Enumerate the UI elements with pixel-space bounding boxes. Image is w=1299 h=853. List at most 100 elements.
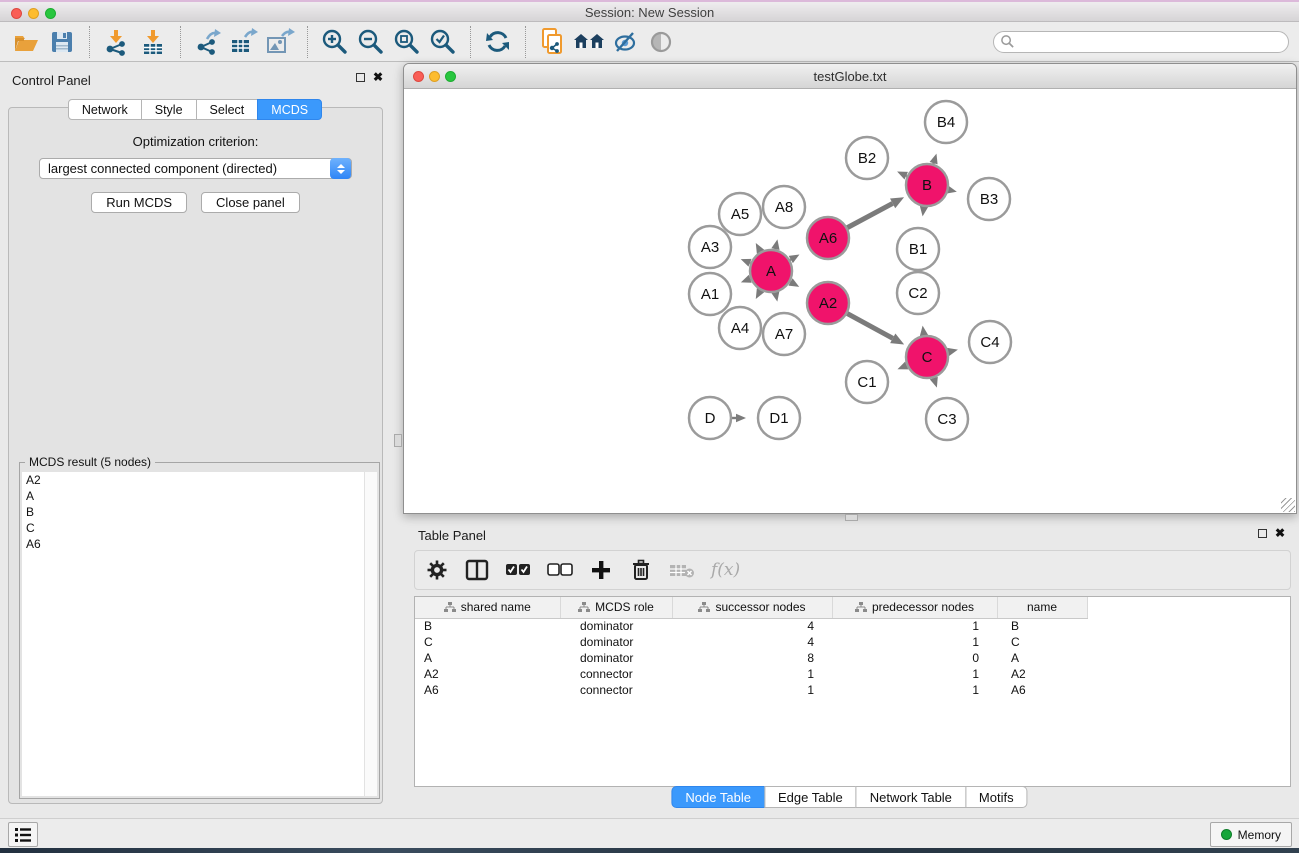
table-cell[interactable]: B [415,618,560,634]
network-canvas[interactable]: B4B2BB3A5A8A6A3B1AC2A1A2A4A7C4CC1DD1C3 [404,89,1296,513]
table-cell[interactable]: A6 [997,682,1087,698]
graph-node-A3[interactable]: A3 [689,226,731,268]
graph-node-C3[interactable]: C3 [926,398,968,440]
graph-node-A5[interactable]: A5 [719,193,761,235]
show-columns-button[interactable] [465,555,489,585]
close-table-panel-icon[interactable]: ✖ [1275,528,1285,539]
graph-node-C1[interactable]: C1 [846,361,888,403]
graph-node-B1[interactable]: B1 [897,228,939,270]
graph-node-C4[interactable]: C4 [969,321,1011,363]
graph-node-A1[interactable]: A1 [689,273,731,315]
graph-node-D1[interactable]: D1 [758,397,800,439]
run-mcds-button[interactable]: Run MCDS [91,192,187,213]
graph-node-A7[interactable]: A7 [763,313,805,355]
table-cell[interactable]: A2 [415,666,560,682]
column-header-name[interactable]: name [997,597,1087,618]
graph-node-A8[interactable]: A8 [763,186,805,228]
table-cell[interactable]: A [415,650,560,666]
tab-network-table[interactable]: Network Table [856,786,966,808]
table-cell[interactable]: 4 [672,634,832,650]
clone-network-button[interactable] [535,25,571,59]
tab-motifs[interactable]: Motifs [965,786,1028,808]
window-resize-grip[interactable] [1281,498,1295,512]
tab-mcds[interactable]: MCDS [257,99,322,120]
tab-style[interactable]: Style [141,99,197,120]
graph-node-B2[interactable]: B2 [846,137,888,179]
result-list-scrollbar[interactable] [364,472,377,796]
table-cell[interactable]: dominator [560,634,672,650]
table-cell[interactable]: C [415,634,560,650]
table-cell[interactable]: A2 [997,666,1087,682]
graph-node-A2[interactable]: A2 [807,282,849,324]
result-item[interactable]: A6 [22,536,364,552]
table-row[interactable]: A2connector11A2 [415,666,1290,682]
task-history-button[interactable] [8,822,38,847]
tab-node-table[interactable]: Node Table [671,786,765,808]
close-panel-icon[interactable]: ✖ [373,72,383,83]
graph-node-D[interactable]: D [689,397,731,439]
table-cell[interactable]: 1 [832,682,997,698]
table-cell[interactable]: 1 [832,634,997,650]
delete-column-button[interactable] [629,555,653,585]
column-header-shared-name[interactable]: shared name [415,597,560,618]
column-header-MCDS-role[interactable]: MCDS role [560,597,672,618]
table-cell[interactable]: 1 [672,682,832,698]
table-cell[interactable]: 8 [672,650,832,666]
table-row[interactable]: Adominator80A [415,650,1290,666]
result-item[interactable]: C [22,520,364,536]
graph-node-C[interactable]: C [906,336,948,378]
tab-select[interactable]: Select [196,99,259,120]
column-header-successor-nodes[interactable]: successor nodes [672,597,832,618]
zoom-selected-button[interactable] [425,25,461,59]
node-table[interactable]: shared nameMCDS rolesuccessor nodesprede… [414,596,1291,787]
table-cell[interactable]: 1 [832,666,997,682]
memory-button[interactable]: Memory [1210,822,1292,847]
result-item[interactable]: A [22,488,364,504]
export-table-button[interactable] [226,25,262,59]
zoom-fit-button[interactable] [389,25,425,59]
optimization-select[interactable]: largest connected component (directed) [39,158,352,179]
graph-node-B[interactable]: B [906,164,948,206]
float-panel-icon[interactable] [356,73,365,82]
graph-node-A[interactable]: A [750,250,792,292]
export-network-button[interactable] [190,25,226,59]
search-input[interactable] [1015,33,1288,51]
table-cell[interactable]: A6 [415,682,560,698]
graph-node-B4[interactable]: B4 [925,101,967,143]
table-cell[interactable]: C [997,634,1087,650]
graph-node-B3[interactable]: B3 [968,178,1010,220]
tab-edge-table[interactable]: Edge Table [764,786,857,808]
column-header-predecessor-nodes[interactable]: predecessor nodes [832,597,997,618]
table-cell[interactable]: dominator [560,650,672,666]
table-cell[interactable]: 0 [832,650,997,666]
table-cell[interactable]: 1 [832,618,997,634]
table-cell[interactable]: 4 [672,618,832,634]
zoom-in-button[interactable] [317,25,353,59]
graph-edge-A6-B[interactable] [847,203,892,227]
apply-layout-button[interactable] [480,25,516,59]
table-cell[interactable]: connector [560,666,672,682]
graph-node-A4[interactable]: A4 [719,307,761,349]
hide-graphics-details-button[interactable] [607,25,643,59]
zoom-out-button[interactable] [353,25,389,59]
add-column-button[interactable] [589,555,613,585]
result-item[interactable]: B [22,504,364,520]
search-box[interactable] [993,31,1289,53]
table-cell[interactable]: A [997,650,1087,666]
table-cell[interactable]: 1 [672,666,832,682]
table-row[interactable]: A6connector11A6 [415,682,1290,698]
open-file-button[interactable] [8,25,44,59]
float-table-panel-icon[interactable] [1258,529,1267,538]
mcds-result-list[interactable]: A2ABCA6 [22,472,364,796]
graph-edge-A2-C[interactable] [847,314,892,339]
export-image-button[interactable] [262,25,298,59]
table-cell[interactable]: connector [560,682,672,698]
table-row[interactable]: Bdominator41B [415,618,1290,634]
save-session-button[interactable] [44,25,80,59]
import-table-button[interactable] [135,25,171,59]
canvas-vertical-scroll-thumb[interactable] [394,434,402,447]
result-item[interactable]: A2 [22,472,364,488]
table-cell[interactable]: B [997,618,1087,634]
close-panel-button[interactable]: Close panel [201,192,300,213]
show-graphics-details-button[interactable] [643,25,679,59]
